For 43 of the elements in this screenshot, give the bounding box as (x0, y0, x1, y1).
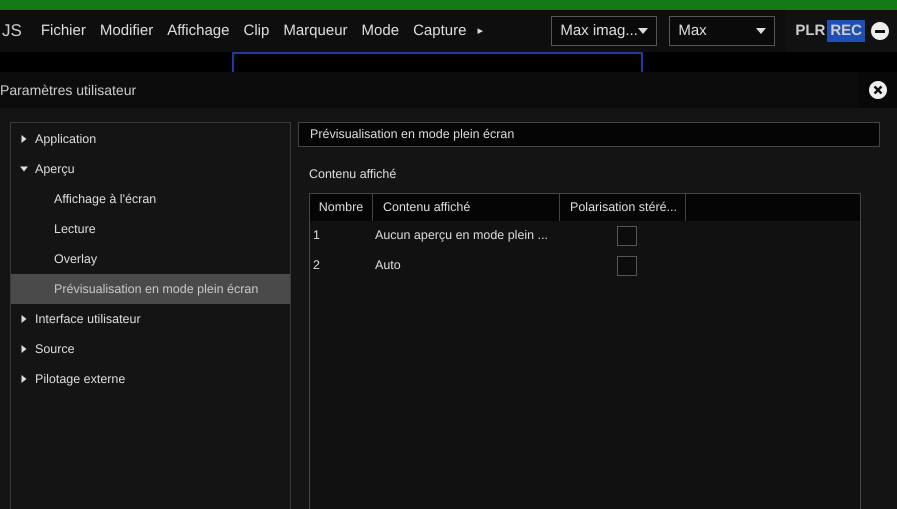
tree-item[interactable]: Affichage à l'écran (11, 184, 290, 214)
caret-down-icon (756, 28, 766, 34)
caret-down-icon[interactable] (20, 165, 28, 173)
dropdown[interactable]: Max (669, 16, 776, 46)
table-cell-text: 2 (312, 257, 321, 274)
column-header[interactable]: Polarisation stéré... (560, 194, 686, 221)
menu-item[interactable]: Capture (406, 20, 474, 42)
checkbox[interactable] (617, 226, 637, 246)
menu-item[interactable]: Modifier (92, 20, 160, 42)
plr-label: PLR (795, 20, 826, 41)
menu-item[interactable]: Fichier (34, 20, 93, 42)
tree-item[interactable]: Source (11, 334, 290, 364)
checkbox[interactable] (617, 256, 637, 276)
column-header[interactable]: Contenu affiché (373, 194, 560, 221)
tree-item[interactable]: Pilotage externe (11, 364, 290, 394)
menu-item[interactable]: Affichage (160, 20, 236, 42)
logo-text: JS (2, 20, 22, 42)
caret-right-icon[interactable] (20, 375, 28, 383)
dialog-title: Paramètres utilisateur (0, 80, 136, 100)
section-title: Prévisualisation en mode plein écran (298, 122, 880, 147)
tree-item[interactable]: Application (11, 124, 290, 154)
dropdown[interactable]: Max imag... (551, 16, 658, 46)
tree-item[interactable]: Aperçu (11, 154, 290, 184)
menu-item[interactable]: Marqueur (276, 20, 355, 42)
menu-item[interactable]: Clip (236, 20, 276, 42)
caret-right-icon[interactable] (20, 135, 28, 143)
tree-item[interactable]: Lecture (11, 214, 290, 244)
caret-right-icon[interactable] (20, 345, 28, 353)
more-arrow[interactable]: ▸ (477, 22, 484, 40)
minus-icon[interactable] (871, 22, 889, 40)
rec-badge[interactable]: REC (827, 20, 865, 42)
table-cell-text: 1 (312, 227, 321, 244)
caret-right-icon[interactable] (20, 315, 28, 323)
group-label: Contenu affiché (309, 166, 398, 183)
tree-item[interactable]: Overlay (11, 244, 290, 274)
tree-item[interactable]: Interface utilisateur (11, 304, 290, 334)
table-cell-text: Aucun aperçu en mode plein ... (374, 227, 550, 244)
column-header[interactable]: Nombre (310, 194, 373, 221)
caret-down-icon (638, 28, 648, 34)
close-icon[interactable] (869, 81, 887, 99)
menu-item[interactable]: Mode (354, 20, 406, 42)
table-cell-text: Auto (374, 257, 402, 274)
tree-item[interactable]: Prévisualisation en mode plein écran (11, 274, 290, 304)
